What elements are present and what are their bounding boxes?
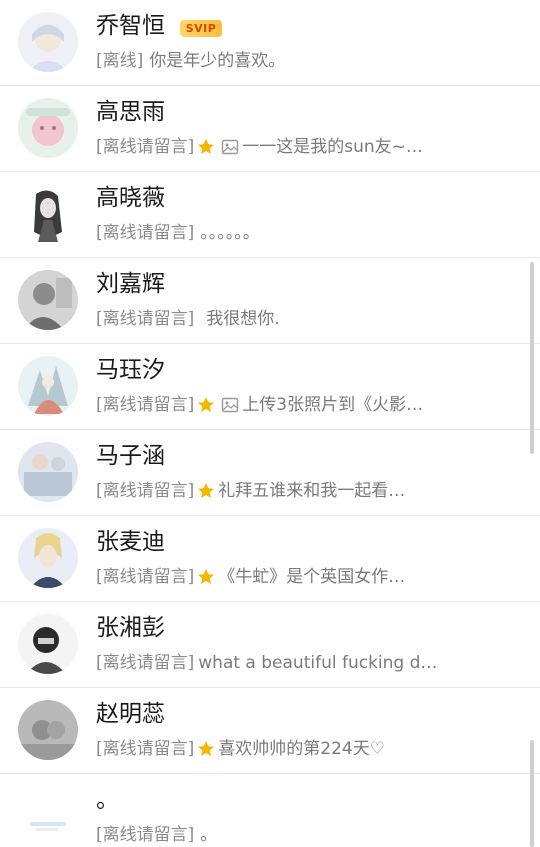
contact-subtitle: [离线请留言] 喜欢帅帅的第224天♡	[96, 737, 492, 761]
avatar[interactable]	[18, 270, 78, 330]
status-label: [离线请留言]	[96, 395, 195, 415]
star-icon	[196, 739, 216, 759]
contact-subtitle: [离线请留言] 《牛虻》是个英国女作…	[96, 565, 492, 589]
contact-row-3[interactable]: 刘嘉辉 [离线请留言] 我很想你.	[0, 258, 540, 344]
contact-row-4[interactable]: 马珏汐 [离线请留言] 上传3张照片到《火影…	[0, 344, 540, 430]
contact-row-7[interactable]: 张湘彭 [离线请留言] what a beautiful fucking d…	[0, 602, 540, 688]
status-label: [离线请留言]	[96, 223, 195, 243]
last-message: 礼拜五谁来和我一起看…	[218, 481, 406, 501]
star-icon	[196, 481, 216, 501]
contact-row-6[interactable]: 张麦迪 [离线请留言] 《牛虻》是个英国女作…	[0, 516, 540, 602]
avatar[interactable]	[18, 786, 78, 846]
last-message: 《牛虻》是个英国女作…	[218, 567, 406, 587]
contact-name: 张湘彭	[96, 615, 165, 641]
scrollbar-thumb-lower[interactable]	[530, 740, 534, 847]
contact-subtitle: [离线请留言] 礼拜五谁来和我一起看…	[96, 479, 492, 503]
svip-badge: SVIP	[180, 20, 222, 37]
avatar[interactable]	[18, 614, 78, 674]
last-message: 。	[200, 825, 218, 845]
contact-subtitle: [离线] 你是年少的喜欢。	[96, 49, 492, 73]
avatar[interactable]	[18, 700, 78, 760]
star-icon	[196, 395, 216, 415]
contact-name: 马珏汐	[96, 357, 165, 383]
contact-subtitle: [离线请留言] what a beautiful fucking d…	[96, 651, 492, 675]
status-label: [离线请留言]	[96, 137, 195, 157]
star-icon	[196, 137, 216, 157]
image-icon	[220, 395, 240, 415]
contact-name: 高晓薇	[96, 185, 165, 211]
scrollbar-thumb[interactable]	[530, 262, 534, 454]
contact-name: 高思雨	[96, 99, 165, 125]
last-message: 。。。。。。	[200, 223, 260, 243]
contact-name: 乔智恒	[96, 13, 165, 39]
avatar[interactable]	[18, 12, 78, 72]
contact-subtitle: [离线请留言] 一一这是我的sun友~…	[96, 135, 492, 159]
status-label: [离线请留言]	[96, 739, 195, 759]
contact-name: 张麦迪	[96, 529, 165, 555]
status-label: [离线请留言]	[96, 309, 195, 329]
contact-list: 乔智恒 SVIP [离线] 你是年少的喜欢。 高思雨 [离线请留言] 一一这是我…	[0, 0, 540, 847]
contact-name: 赵明蕊	[96, 701, 165, 727]
contact-subtitle: [离线请留言] 上传3张照片到《火影…	[96, 393, 492, 417]
image-icon	[220, 137, 240, 157]
star-icon	[196, 567, 216, 587]
contact-row-9[interactable]: 。 [离线请留言] 。	[0, 774, 540, 847]
last-message: what a beautiful fucking d…	[198, 653, 438, 673]
contact-name: 刘嘉辉	[96, 271, 165, 297]
status-label: [离线请留言]	[96, 825, 195, 845]
status-label: [离线请留言]	[96, 567, 195, 587]
contact-row-2[interactable]: 高晓薇 [离线请留言] 。。。。。。	[0, 172, 540, 258]
avatar[interactable]	[18, 528, 78, 588]
contact-row-0[interactable]: 乔智恒 SVIP [离线] 你是年少的喜欢。	[0, 0, 540, 86]
status-label: [离线请留言]	[96, 653, 195, 673]
contact-row-8[interactable]: 赵明蕊 [离线请留言] 喜欢帅帅的第224天♡	[0, 688, 540, 774]
contact-row-1[interactable]: 高思雨 [离线请留言] 一一这是我的sun友~…	[0, 86, 540, 172]
contact-name: 马子涵	[96, 443, 165, 469]
status-label: [离线请留言]	[96, 481, 195, 501]
avatar[interactable]	[18, 184, 78, 244]
contact-subtitle: [离线请留言] 。	[96, 823, 492, 847]
last-message: 上传3张照片到《火影…	[242, 395, 424, 415]
avatar[interactable]	[18, 356, 78, 416]
contact-subtitle: [离线请留言] 我很想你.	[96, 307, 492, 331]
last-message: 我很想你.	[206, 309, 280, 329]
contact-name: 。	[96, 787, 119, 813]
last-message: 喜欢帅帅的第224天♡	[218, 739, 385, 759]
status-label: [离线]	[96, 51, 144, 71]
contact-row-5[interactable]: 马子涵 [离线请留言] 礼拜五谁来和我一起看…	[0, 430, 540, 516]
contact-subtitle: [离线请留言] 。。。。。。	[96, 221, 492, 245]
last-message: 一一这是我的sun友~…	[242, 137, 423, 157]
avatar[interactable]	[18, 98, 78, 158]
last-message: 你是年少的喜欢。	[149, 51, 286, 71]
avatar[interactable]	[18, 442, 78, 502]
